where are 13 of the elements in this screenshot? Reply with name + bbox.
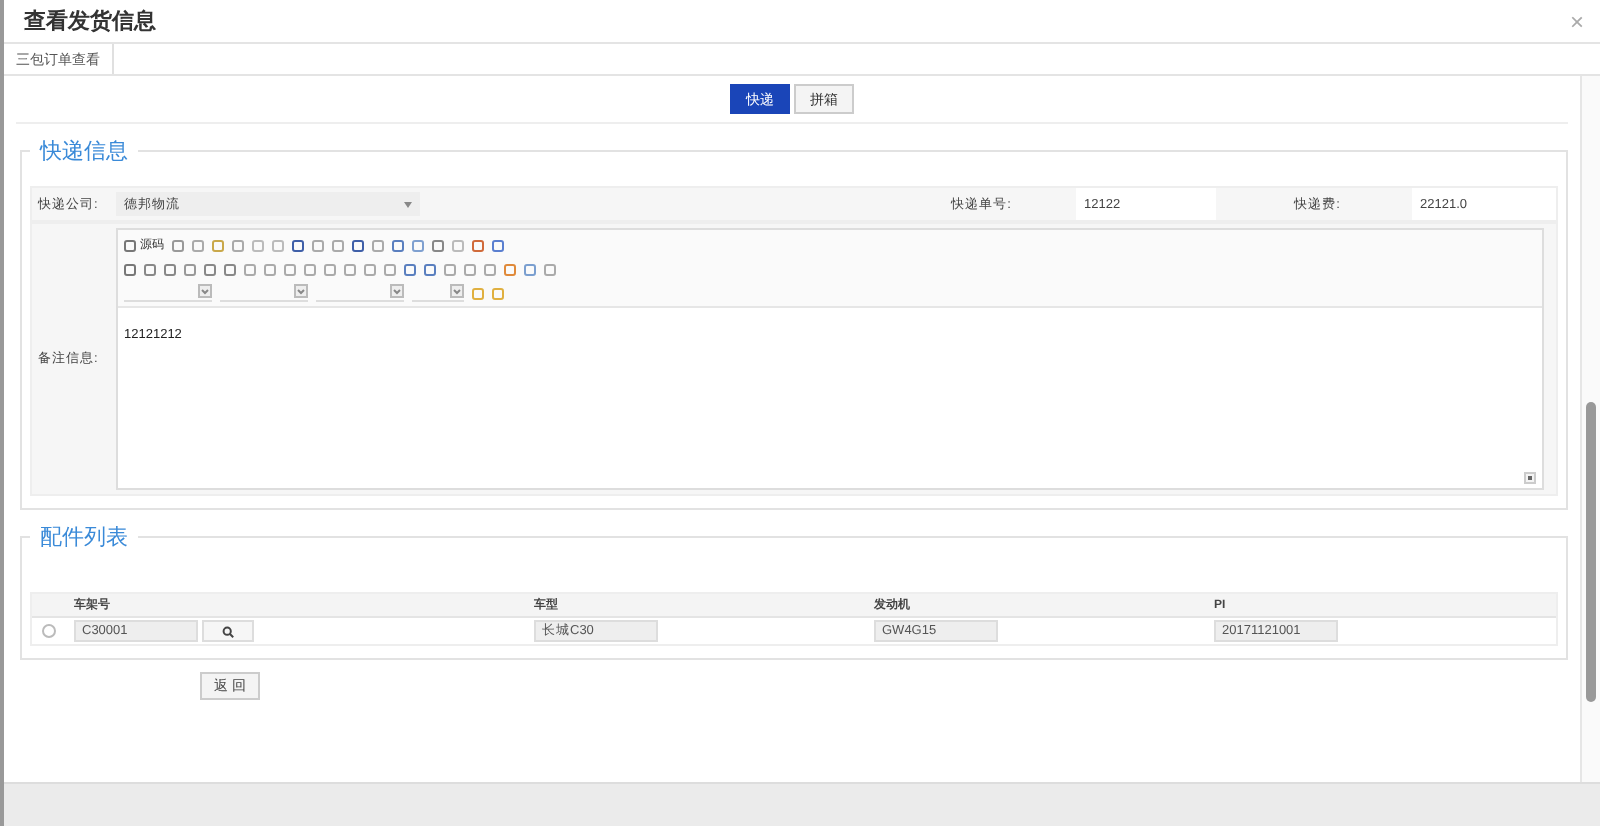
- dropdown-icon[interactable]: [294, 284, 308, 298]
- dropdown-icon[interactable]: [198, 284, 212, 298]
- dropdown-icon[interactable]: [390, 284, 404, 298]
- scrollbar[interactable]: [1580, 76, 1600, 782]
- section-legend: 配件列表: [30, 522, 138, 552]
- dropdown-icon[interactable]: [450, 284, 464, 298]
- window-title: 查看发货信息: [24, 7, 156, 36]
- resize-handle-icon[interactable]: [1524, 472, 1536, 484]
- row-radio[interactable]: [42, 624, 56, 638]
- search-icon: [222, 625, 234, 637]
- section-legend: 快递信息: [30, 136, 138, 166]
- caret-icon: [404, 201, 412, 207]
- search-button[interactable]: [202, 620, 254, 642]
